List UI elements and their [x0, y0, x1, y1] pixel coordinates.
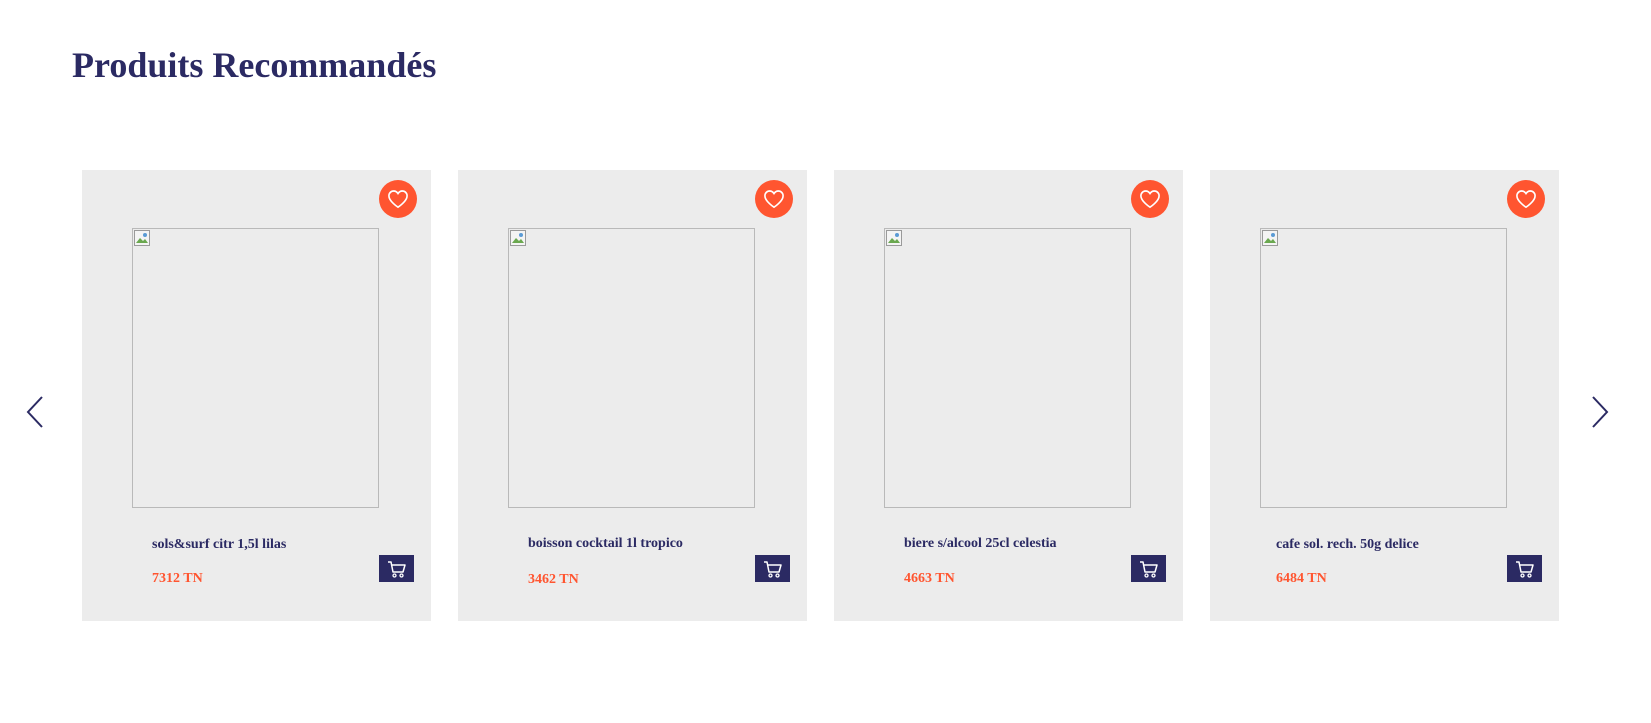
broken-image-icon — [886, 230, 902, 246]
product-price: 3462 TN — [528, 572, 579, 587]
heart-icon — [764, 190, 784, 209]
product-card[interactable]: boisson cocktail 1l tropico 3462 TN — [458, 170, 807, 621]
chevron-right-icon — [1592, 396, 1609, 428]
cart-icon — [763, 560, 782, 578]
carousel-next-button[interactable] — [1587, 394, 1611, 430]
product-image[interactable] — [884, 228, 1131, 508]
favorite-button[interactable] — [755, 180, 793, 218]
broken-image-icon — [134, 230, 150, 246]
product-image[interactable] — [132, 228, 379, 508]
product-name[interactable]: boisson cocktail 1l tropico — [528, 536, 748, 552]
carousel-prev-button[interactable] — [24, 394, 48, 430]
product-image[interactable] — [1260, 228, 1507, 508]
add-to-cart-button[interactable] — [755, 555, 790, 582]
cart-icon — [1139, 560, 1158, 578]
heart-icon — [1140, 190, 1160, 209]
product-card[interactable]: biere s/alcool 25cl celestia 4663 TN — [834, 170, 1183, 621]
product-name[interactable]: cafe sol. rech. 50g delice — [1276, 537, 1496, 553]
cart-icon — [1515, 560, 1534, 578]
product-name[interactable]: biere s/alcool 25cl celestia — [904, 536, 1124, 552]
add-to-cart-button[interactable] — [1507, 555, 1542, 582]
page-title: Produits Recommandés — [72, 45, 437, 85]
product-card[interactable]: cafe sol. rech. 50g delice 6484 TN — [1210, 170, 1559, 621]
product-card[interactable]: sols&surf citr 1,5l lilas 7312 TN — [82, 170, 431, 621]
broken-image-icon — [510, 230, 526, 246]
chevron-left-icon — [26, 396, 43, 428]
add-to-cart-button[interactable] — [379, 555, 414, 582]
product-carousel: sols&surf citr 1,5l lilas 7312 TN boisso… — [82, 170, 1559, 621]
product-price: 7312 TN — [152, 571, 203, 586]
product-price: 4663 TN — [904, 571, 955, 586]
product-name[interactable]: sols&surf citr 1,5l lilas — [152, 537, 372, 553]
broken-image-icon — [1262, 230, 1278, 246]
heart-icon — [1516, 190, 1536, 209]
product-price: 6484 TN — [1276, 571, 1327, 586]
cart-icon — [387, 560, 406, 578]
favorite-button[interactable] — [1131, 180, 1169, 218]
add-to-cart-button[interactable] — [1131, 555, 1166, 582]
favorite-button[interactable] — [1507, 180, 1545, 218]
favorite-button[interactable] — [379, 180, 417, 218]
heart-icon — [388, 190, 408, 209]
product-image[interactable] — [508, 228, 755, 508]
